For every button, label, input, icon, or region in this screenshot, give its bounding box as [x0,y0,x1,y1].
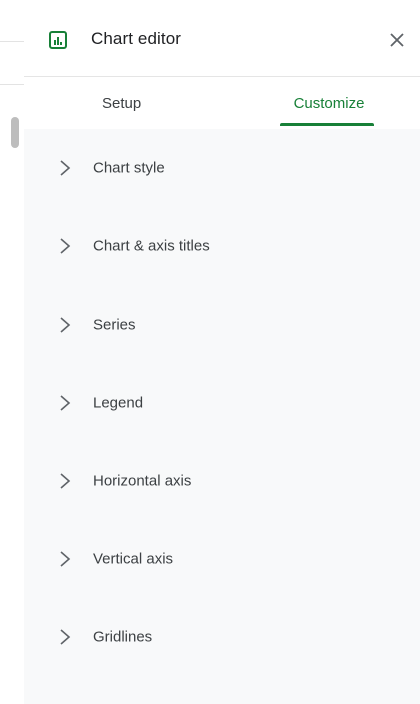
chevron-right-icon [60,160,71,176]
active-tab-indicator [280,123,374,126]
panel-title: Chart editor [91,29,182,48]
chevron-right-icon [60,551,71,567]
section-label: Series [93,316,136,334]
tab-customize[interactable]: Customize [276,77,382,129]
chevron-right-icon [60,629,71,645]
row-divider [0,84,24,85]
section-gridlines[interactable]: Gridlines [24,607,420,667]
chart-editor-header: Chart editor [24,0,420,77]
section-label: Chart style [93,159,165,177]
section-legend[interactable]: Legend [24,373,420,433]
scrollbar-thumb[interactable] [11,117,19,148]
chevron-right-icon [60,317,71,333]
tab-setup[interactable]: Setup [54,77,224,129]
tab-setup-label: Setup [102,94,142,112]
section-chart-style[interactable]: Chart style [24,138,420,198]
chevron-right-icon [60,238,71,254]
section-label: Horizontal axis [93,472,192,490]
section-horizontal-axis[interactable]: Horizontal axis [24,451,420,511]
section-series[interactable]: Series [24,295,420,355]
row-divider [0,41,24,42]
section-label: Gridlines [93,628,153,646]
section-label: Chart & axis titles [93,237,210,255]
close-icon [390,33,404,47]
chevron-right-icon [60,473,71,489]
editor-tabs: Setup Customize [24,77,420,129]
section-label: Vertical axis [93,550,174,568]
tab-customize-label: Customize [293,94,365,112]
section-chart-axis-titles[interactable]: Chart & axis titles [24,216,420,276]
spreadsheet-edge [0,0,25,704]
section-vertical-axis[interactable]: Vertical axis [24,529,420,589]
chart-icon [49,31,67,49]
section-label: Legend [93,394,144,412]
chart-editor-panel: Chart editor Setup Customize Chart style… [24,0,420,704]
chevron-right-icon [60,395,71,411]
close-button[interactable] [385,28,409,52]
